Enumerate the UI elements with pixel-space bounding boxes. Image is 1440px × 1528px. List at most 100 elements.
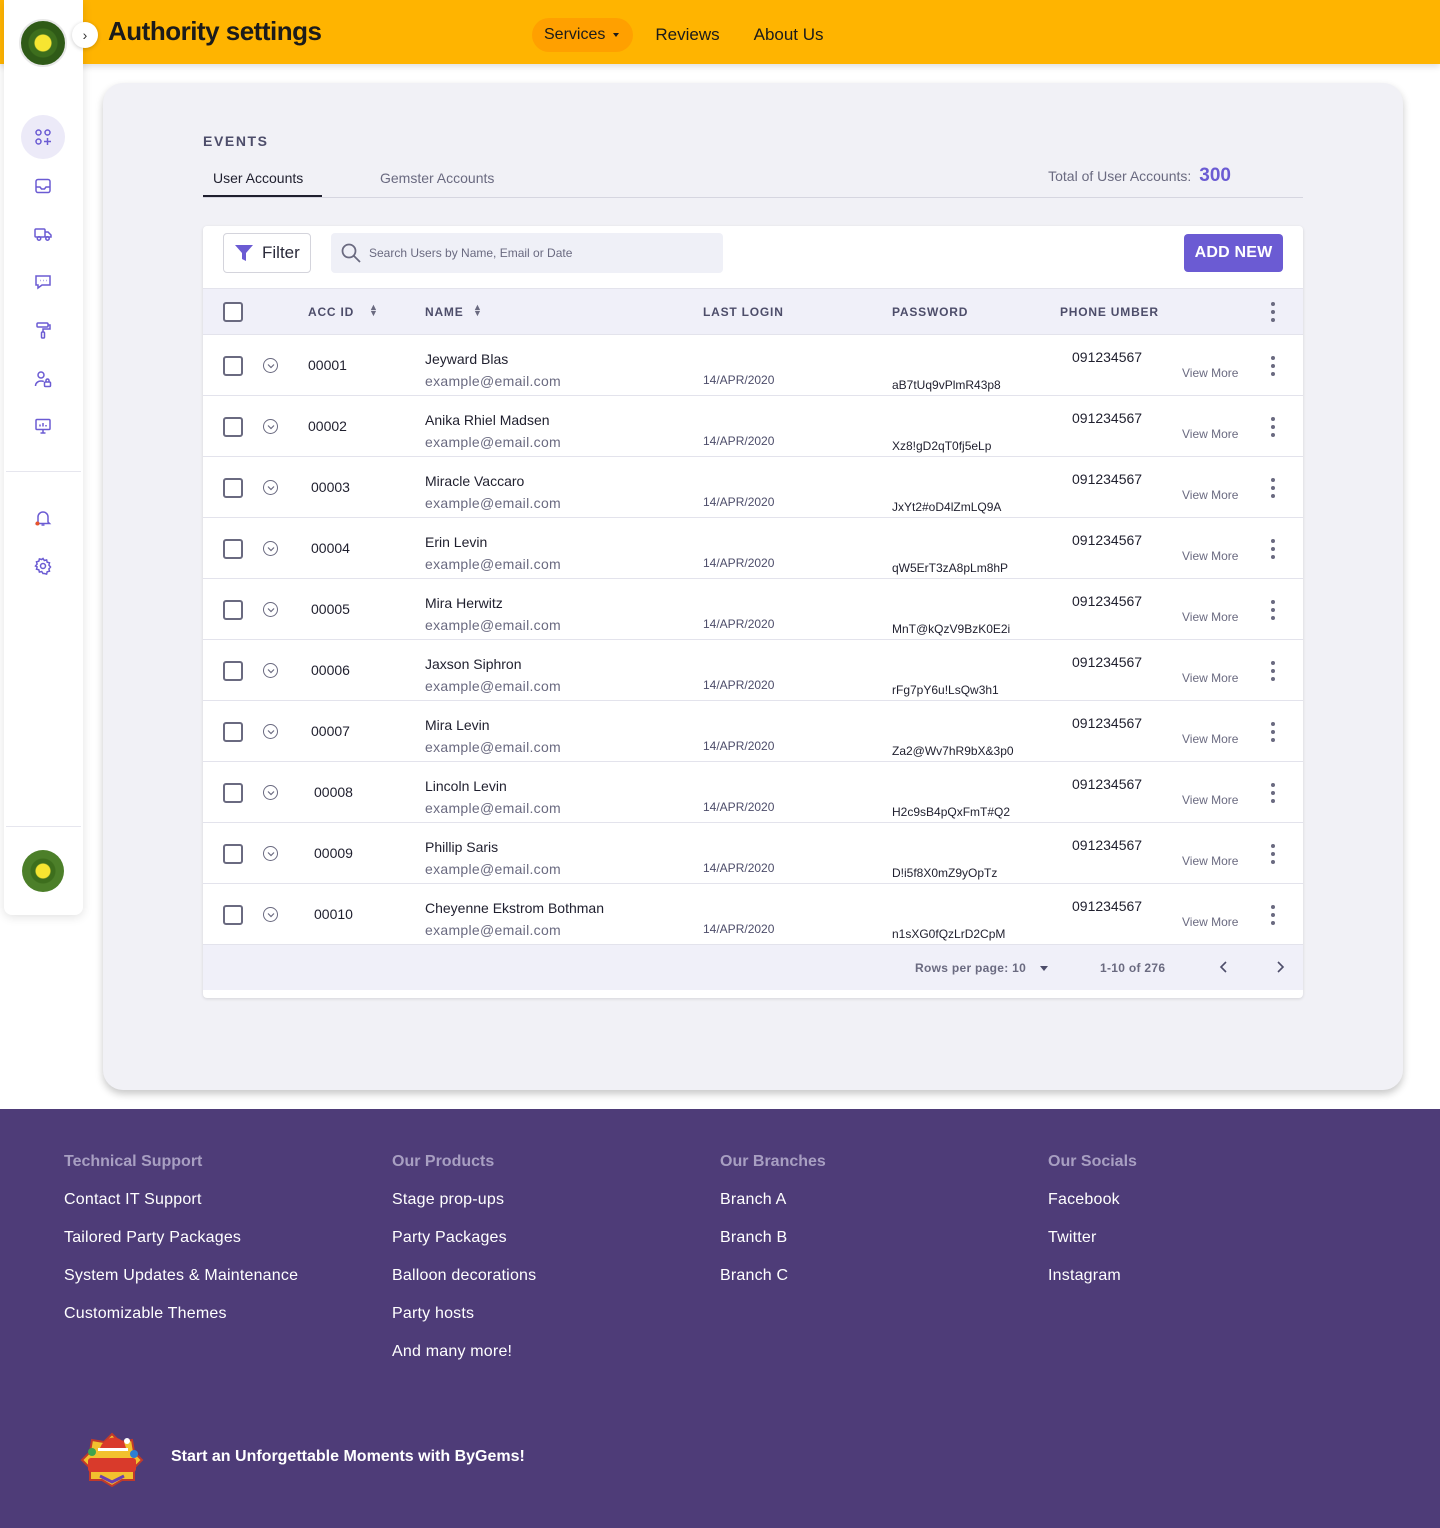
nav-reviews-link[interactable]: Reviews <box>655 25 719 45</box>
user-avatar[interactable] <box>22 850 64 892</box>
tab-gemster-accounts[interactable]: Gemster Accounts <box>380 170 494 186</box>
view-more-link[interactable]: View More <box>1182 793 1238 807</box>
tab-user-accounts[interactable]: User Accounts <box>213 170 303 186</box>
next-page-button[interactable] <box>1270 957 1290 977</box>
footer-link[interactable]: Branch C <box>720 1267 826 1285</box>
logo-avatar[interactable] <box>19 19 67 67</box>
table-row[interactable]: 00001 Jeyward Blas example@email.com 14/APR… <box>203 335 1303 396</box>
view-more-link[interactable]: View More <box>1182 854 1238 868</box>
search-input[interactable] <box>369 246 699 260</box>
nav-about-link[interactable]: About Us <box>754 25 824 45</box>
footer-link[interactable]: Tailored Party Packages <box>64 1229 298 1247</box>
select-all-checkbox[interactable] <box>223 302 243 322</box>
footer-link[interactable]: Instagram <box>1048 1267 1137 1285</box>
table-row[interactable]: 00006 Jaxson Siphron example@email.com 14/A… <box>203 640 1303 701</box>
row-phone: 091234567 <box>1072 715 1143 731</box>
footer-link[interactable]: Party hosts <box>392 1305 536 1323</box>
table-row[interactable]: 00005 Mira Herwitz example@email.com 14/APR… <box>203 579 1303 640</box>
sort-icon[interactable]: ▲ ▼ <box>473 303 482 318</box>
sidebar-item-reports[interactable] <box>21 404 65 448</box>
row-options-kebab-icon[interactable] <box>1271 417 1275 437</box>
row-password: H2c9sB4pQxFmT#Q2 <box>892 805 1011 819</box>
sidebar-item-inbox[interactable] <box>21 164 65 208</box>
sort-icon[interactable]: ▲ ▼ <box>369 303 378 318</box>
row-options-kebab-icon[interactable] <box>1271 844 1275 864</box>
column-header-acc-id[interactable]: ACC ID <box>308 305 354 319</box>
row-checkbox[interactable] <box>223 600 243 620</box>
table-row[interactable]: 00008 Lincoln Levin example@email.com 14/AP… <box>203 762 1303 823</box>
view-more-link[interactable]: View More <box>1182 610 1238 624</box>
row-name: Miracle Vaccaro <box>425 473 525 489</box>
sidebar-expand-button[interactable]: › <box>72 22 98 48</box>
row-checkbox[interactable] <box>223 722 243 742</box>
footer-link[interactable]: Balloon decorations <box>392 1267 536 1285</box>
footer-link[interactable]: Contact IT Support <box>64 1191 298 1209</box>
row-options-kebab-icon[interactable] <box>1271 722 1275 742</box>
row-checkbox[interactable] <box>223 356 243 376</box>
table-row[interactable]: 00009 Phillip Saris example@email.com 14/AP… <box>203 823 1303 884</box>
table-row[interactable]: 00003 Miracle Vaccaro example@email.com 14/… <box>203 457 1303 518</box>
sidebar-item-notifications[interactable] <box>21 496 65 540</box>
bygems-party-logo[interactable] <box>80 1432 144 1488</box>
row-checkbox[interactable] <box>223 539 243 559</box>
footer-link[interactable]: Branch B <box>720 1229 826 1247</box>
footer-link[interactable]: And many more! <box>392 1343 536 1361</box>
sidebar-item-design[interactable] <box>21 308 65 352</box>
view-more-link[interactable]: View More <box>1182 488 1238 502</box>
row-checkbox[interactable] <box>223 844 243 864</box>
row-options-kebab-icon[interactable] <box>1271 600 1275 620</box>
row-checkbox[interactable] <box>223 417 243 437</box>
row-expand-button[interactable] <box>263 541 278 556</box>
row-expand-button[interactable] <box>263 480 278 495</box>
view-more-link[interactable]: View More <box>1182 915 1238 929</box>
footer-link[interactable]: System Updates & Maintenance <box>64 1267 298 1285</box>
row-checkbox[interactable] <box>223 783 243 803</box>
row-expand-button[interactable] <box>263 663 278 678</box>
row-options-kebab-icon[interactable] <box>1271 356 1275 376</box>
row-expand-button[interactable] <box>263 785 278 800</box>
row-expand-button[interactable] <box>263 724 278 739</box>
sidebar-item-delivery[interactable] <box>21 212 65 256</box>
view-more-link[interactable]: View More <box>1182 671 1238 685</box>
table-row[interactable]: 00002 Anika Rhiel Madsen example@email.com… <box>203 396 1303 457</box>
row-checkbox[interactable] <box>223 661 243 681</box>
table-row[interactable]: 00007 Mira Levin example@email.com 14/APR/2… <box>203 701 1303 762</box>
rows-per-page-select[interactable]: Rows per page: 10 <box>915 961 1049 975</box>
row-options-kebab-icon[interactable] <box>1271 478 1275 498</box>
sidebar-item-users[interactable] <box>21 357 65 401</box>
row-expand-button[interactable] <box>263 907 278 922</box>
row-expand-button[interactable] <box>263 419 278 434</box>
table-row[interactable]: 00004 Erin Levin example@email.com 14/APR/2… <box>203 518 1303 579</box>
footer-link[interactable]: Branch A <box>720 1191 826 1209</box>
row-phone: 091234567 <box>1072 349 1143 365</box>
footer-link[interactable]: Party Packages <box>392 1229 536 1247</box>
view-more-link[interactable]: View More <box>1182 549 1238 563</box>
row-expand-button[interactable] <box>263 846 278 861</box>
row-checkbox[interactable] <box>223 478 243 498</box>
row-checkbox[interactable] <box>223 905 243 925</box>
sidebar-item-settings[interactable] <box>21 544 65 588</box>
add-new-button[interactable]: ADD NEW <box>1184 234 1283 272</box>
prev-page-button[interactable] <box>1214 957 1234 977</box>
view-more-link[interactable]: View More <box>1182 732 1238 746</box>
row-options-kebab-icon[interactable] <box>1271 905 1275 925</box>
search-box[interactable] <box>331 233 723 273</box>
nav-services-dropdown[interactable]: Services <box>532 18 634 52</box>
row-expand-button[interactable] <box>263 358 278 373</box>
column-options-kebab-icon[interactable] <box>1271 302 1275 322</box>
row-options-kebab-icon[interactable] <box>1271 661 1275 681</box>
column-header-name[interactable]: NAME <box>425 305 464 319</box>
sidebar-item-dashboard[interactable] <box>21 115 65 159</box>
table-row[interactable]: 00010 Cheyenne Ekstrom Bothman example@ema… <box>203 884 1303 945</box>
row-options-kebab-icon[interactable] <box>1271 783 1275 803</box>
footer-link[interactable]: Facebook <box>1048 1191 1137 1209</box>
view-more-link[interactable]: View More <box>1182 366 1238 380</box>
footer-link[interactable]: Customizable Themes <box>64 1305 298 1323</box>
footer-link[interactable]: Twitter <box>1048 1229 1137 1247</box>
footer-link[interactable]: Stage prop-ups <box>392 1191 536 1209</box>
sidebar-item-messages[interactable] <box>21 260 65 304</box>
view-more-link[interactable]: View More <box>1182 427 1238 441</box>
row-options-kebab-icon[interactable] <box>1271 539 1275 559</box>
filter-button[interactable]: Filter <box>223 233 311 273</box>
row-expand-button[interactable] <box>263 602 278 617</box>
